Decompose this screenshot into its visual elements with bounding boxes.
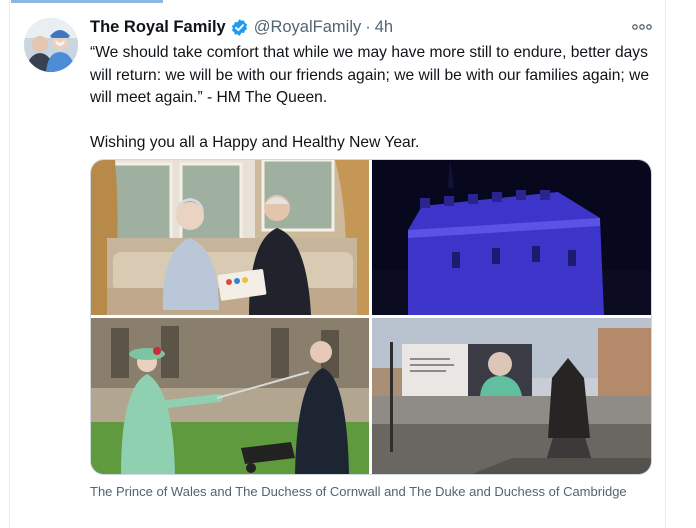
photo-knighting-ceremony[interactable] — [91, 318, 369, 474]
tweet-quote: “We should take comfort that while we ma… — [90, 44, 650, 107]
verified-badge-icon — [230, 18, 249, 37]
timeline-right-border — [665, 0, 666, 528]
more-options-icon[interactable] — [631, 20, 653, 32]
tweet-text: “We should take comfort that while we ma… — [90, 42, 656, 154]
username[interactable]: @RoyalFamily — [254, 18, 362, 37]
photo-windsor-castle-lit[interactable] — [372, 160, 651, 315]
tweet-header: The Royal Family @RoyalFamily · 4h — [90, 14, 656, 40]
tweet-wish: Wishing you all a Happy and Healthy New … — [90, 133, 420, 151]
tab-indicator — [11, 0, 163, 3]
separator: · — [365, 17, 371, 36]
photo-piccadilly-billboard[interactable] — [372, 318, 651, 474]
photo-queen-and-duke-card[interactable] — [91, 160, 369, 315]
timeline-left-border — [9, 0, 10, 528]
timestamp[interactable]: 4h — [375, 18, 393, 37]
media-grid — [90, 159, 652, 475]
display-name[interactable]: The Royal Family — [90, 18, 226, 37]
media-caption: The Prince of Wales and The Duchess of C… — [90, 484, 627, 499]
avatar[interactable] — [24, 18, 78, 72]
